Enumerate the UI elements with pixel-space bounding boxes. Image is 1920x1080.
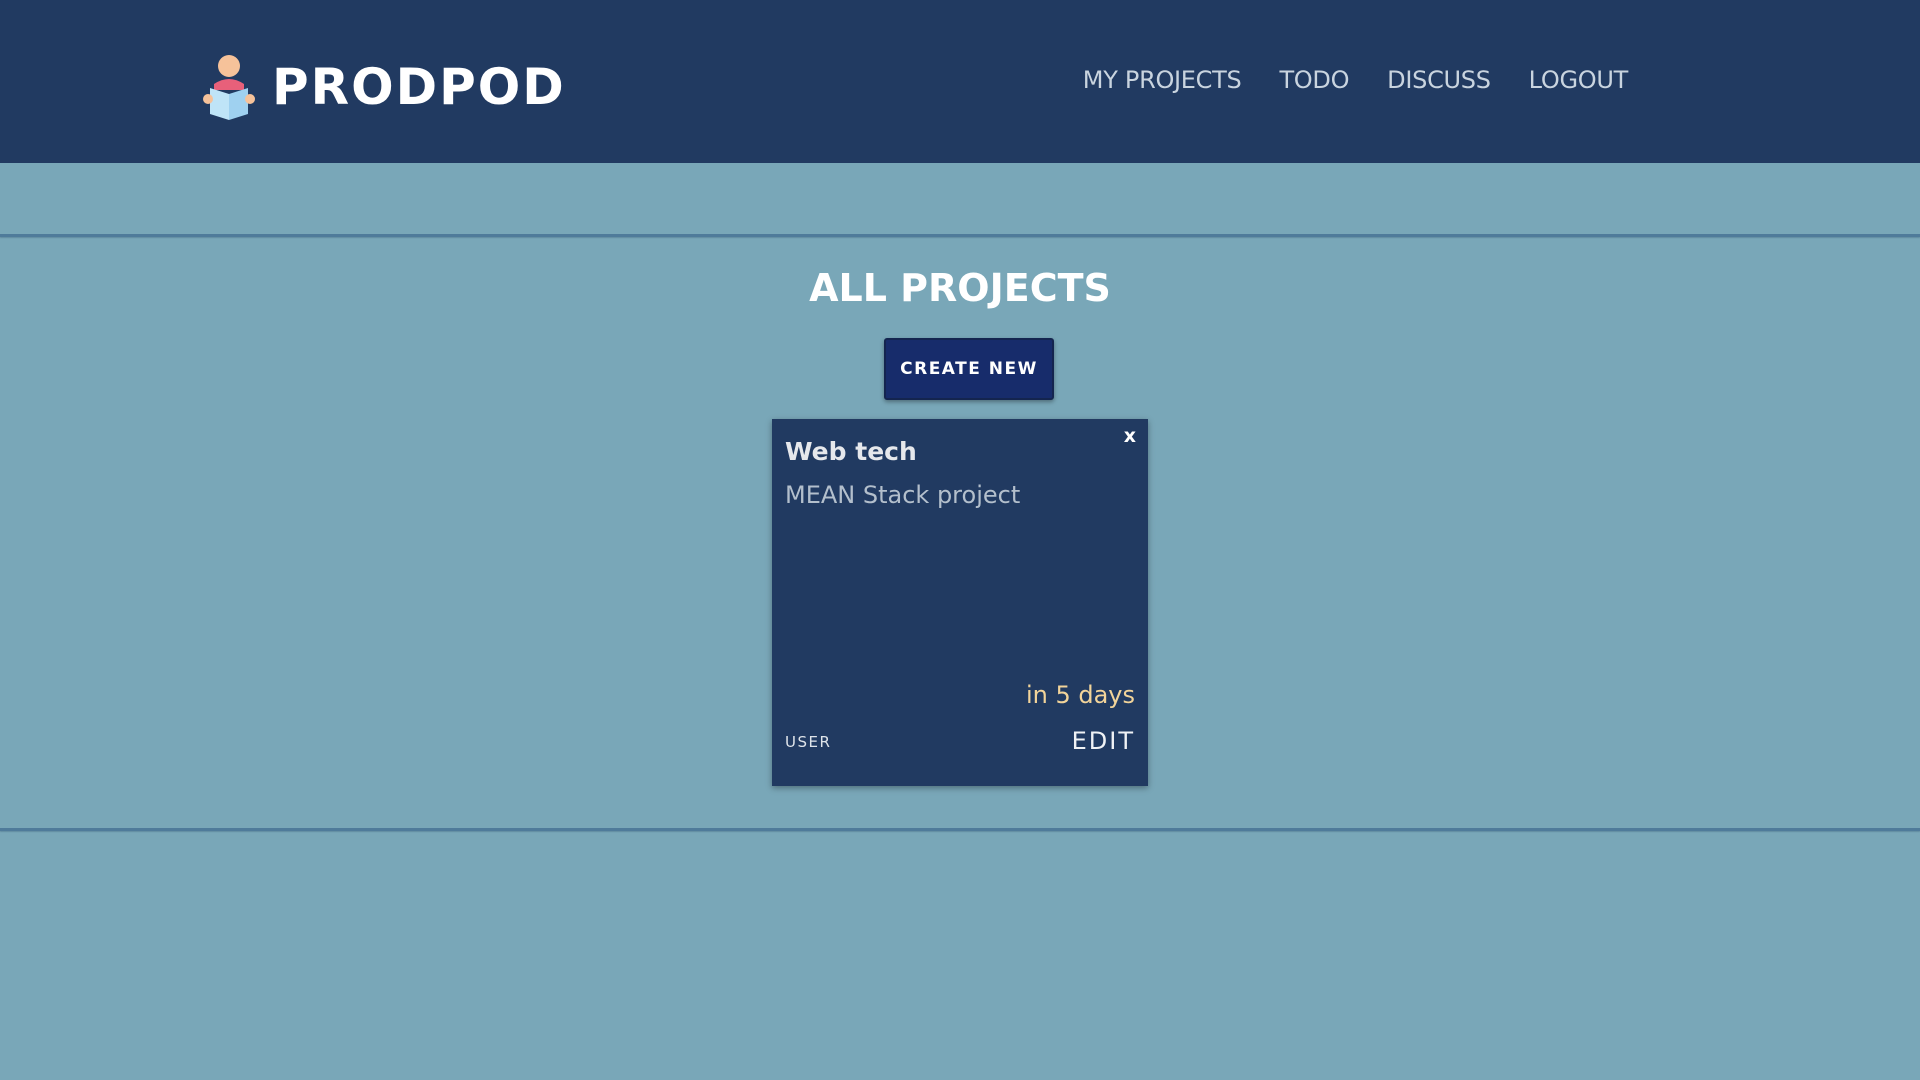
project-card[interactable]: x Web tech MEAN Stack project in 5 days …: [772, 419, 1148, 786]
nav-logout[interactable]: LOGOUT: [1529, 66, 1629, 94]
nav-my-projects[interactable]: MY PROJECTS: [1083, 66, 1242, 94]
person-reading-icon: [203, 55, 255, 120]
nav-todo[interactable]: TODO: [1279, 66, 1349, 94]
top-navbar: PRODPOD MY PROJECTS TODO DISCUSS LOGOUT: [0, 0, 1920, 163]
brand-name: PRODPOD: [272, 58, 566, 116]
section-divider-top: [0, 234, 1920, 237]
create-new-button[interactable]: CREATE NEW: [884, 338, 1054, 400]
edit-project-button[interactable]: EDIT: [1072, 727, 1135, 755]
brand[interactable]: PRODPOD: [200, 52, 566, 122]
page-title: ALL PROJECTS: [809, 266, 1111, 310]
section-divider-bottom: [0, 828, 1920, 831]
project-owner: USER: [785, 733, 832, 751]
project-due-date: in 5 days: [1025, 681, 1135, 709]
delete-project-button[interactable]: x: [1124, 425, 1136, 447]
project-title: Web tech: [785, 437, 917, 466]
main-nav: MY PROJECTS TODO DISCUSS LOGOUT: [1083, 66, 1629, 94]
project-description: MEAN Stack project: [785, 481, 1021, 509]
nav-discuss[interactable]: DISCUSS: [1387, 66, 1491, 94]
